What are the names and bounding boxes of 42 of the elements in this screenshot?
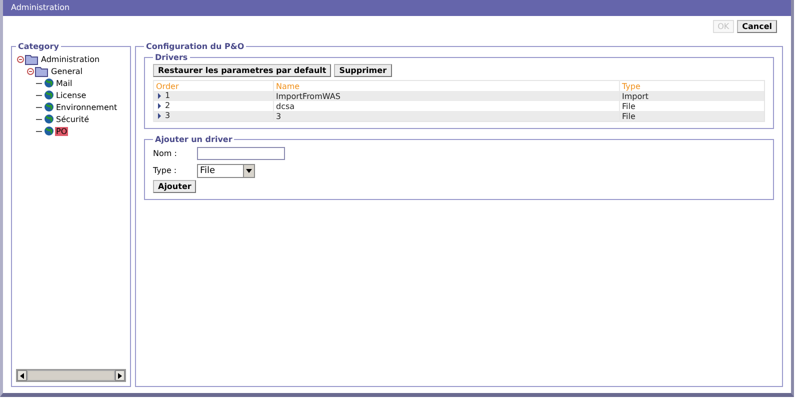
tree-item[interactable]: License: [55, 90, 88, 100]
collapse-icon[interactable]: [27, 68, 34, 74]
globe-icon: [44, 126, 54, 136]
section-title: Ajouter un driver: [154, 135, 234, 144]
tree-item[interactable]: Sécurité: [55, 114, 90, 124]
cancel-button[interactable]: Cancel: [737, 20, 777, 33]
table-cell: 3: [276, 112, 282, 120]
globe-icon: [44, 78, 54, 88]
scroll-left-icon[interactable]: [17, 370, 27, 381]
field-label: Type :: [153, 166, 178, 175]
panel-title: Configuration du P&O: [145, 42, 246, 51]
globe-icon: [44, 114, 54, 124]
type-dropdown[interactable]: File: [197, 164, 255, 178]
dropdown-arrow-icon[interactable]: [246, 168, 252, 172]
tree-item[interactable]: Administration: [40, 54, 101, 64]
tree-item[interactable]: Mail: [55, 78, 74, 88]
table-cell: 3: [165, 111, 170, 120]
table-cell: Import: [622, 92, 649, 100]
name-field[interactable]: [197, 147, 285, 160]
field-label: Nom :: [153, 149, 178, 158]
tree-item[interactable]: General: [50, 66, 84, 76]
table-cell: 2: [165, 101, 170, 110]
globe-icon: [44, 90, 54, 100]
horizontal-scrollbar[interactable]: [16, 369, 126, 382]
table-cell: 1: [165, 91, 170, 100]
tree-item[interactable]: Environnement: [55, 102, 118, 112]
panel-title: Category: [17, 42, 60, 51]
table-cell: dcsa: [276, 102, 295, 110]
folder-icon: [35, 66, 49, 76]
window-title: Administration: [3, 0, 791, 16]
section-title: Drivers: [154, 53, 189, 62]
table-cell: ImportFromWAS: [276, 92, 340, 100]
globe-icon: [44, 102, 54, 112]
scroll-right-icon[interactable]: [115, 370, 125, 381]
table-cell: File: [622, 112, 636, 120]
table-cell: File: [622, 102, 636, 110]
collapse-icon[interactable]: [17, 56, 24, 62]
tree-item[interactable]: PO: [55, 126, 68, 136]
delete-button[interactable]: Supprimer: [334, 64, 392, 77]
add-button[interactable]: Ajouter: [153, 180, 196, 193]
folder-icon: [25, 54, 39, 64]
restore-defaults-button[interactable]: Restaurer les parametres par default: [153, 64, 332, 77]
